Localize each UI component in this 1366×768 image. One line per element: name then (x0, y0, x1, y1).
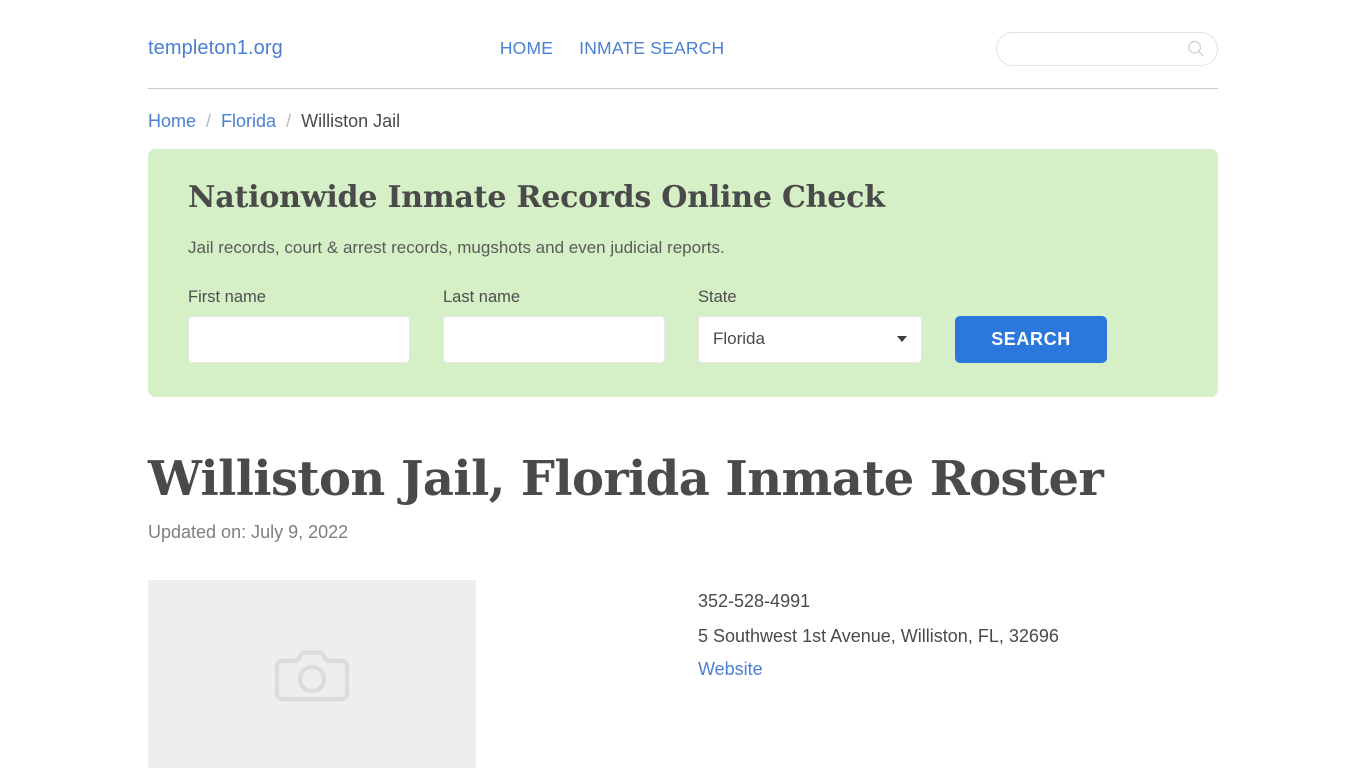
last-name-label: Last name (443, 287, 521, 306)
camera-icon (275, 650, 349, 702)
site-header: templeton1.org HOME INMATE SEARCH (0, 0, 1366, 89)
facility-phone: 352-528-4991 (698, 591, 811, 612)
page-title: Williston Jail, Florida Inmate Roster (148, 450, 1104, 507)
header-search-box[interactable] (996, 32, 1218, 66)
search-button[interactable]: SEARCH (955, 315, 1107, 363)
breadcrumb-separator: / (286, 111, 292, 131)
promo-title: Nationwide Inmate Records Online Check (188, 180, 885, 215)
nav-home[interactable]: HOME (500, 38, 553, 59)
breadcrumb-separator: / (206, 111, 212, 131)
search-input[interactable] (1013, 40, 1185, 58)
main-navigation: HOME INMATE SEARCH (500, 38, 725, 59)
promo-subtitle: Jail records, court & arrest records, mu… (188, 237, 725, 257)
breadcrumb: Home / Florida / Williston Jail (148, 89, 1218, 132)
last-name-field-group: Last name (443, 288, 665, 363)
site-logo[interactable]: templeton1.org (148, 37, 283, 60)
state-field-group: State Florida (698, 288, 922, 363)
state-select-value: Florida (713, 329, 765, 348)
search-icon[interactable] (1185, 38, 1207, 60)
breadcrumb-current: Williston Jail (301, 111, 401, 131)
nav-inmate-search[interactable]: INMATE SEARCH (579, 38, 724, 59)
page-root: templeton1.org HOME INMATE SEARCH Home /… (0, 0, 1366, 768)
state-select[interactable]: Florida (698, 315, 922, 363)
breadcrumb-florida[interactable]: Florida (221, 111, 276, 132)
main-content: Williston Jail, Florida Inmate Roster Up… (148, 450, 1218, 768)
inmate-search-promo: Nationwide Inmate Records Online Check J… (148, 149, 1218, 397)
last-name-input[interactable] (443, 315, 665, 363)
updated-date: Updated on: July 9, 2022 (148, 522, 349, 543)
facility-info: 352-528-4991 5 Southwest 1st Avenue, Wil… (698, 580, 1059, 768)
first-name-label: First name (188, 287, 266, 306)
header-inner: templeton1.org HOME INMATE SEARCH (148, 26, 1218, 70)
inmate-search-form: First name Last name State Florida SEARC… (188, 288, 1178, 363)
state-label: State (698, 287, 737, 306)
facility-website-link[interactable]: Website (698, 659, 1059, 680)
facility-address: 5 Southwest 1st Avenue, Williston, FL, 3… (698, 625, 1059, 646)
breadcrumb-home[interactable]: Home (148, 111, 196, 132)
first-name-input[interactable] (188, 315, 410, 363)
facility-row: 352-528-4991 5 Southwest 1st Avenue, Wil… (148, 580, 1218, 768)
facility-photo-placeholder (148, 580, 476, 768)
chevron-down-icon (897, 336, 907, 342)
first-name-field-group: First name (188, 288, 410, 363)
